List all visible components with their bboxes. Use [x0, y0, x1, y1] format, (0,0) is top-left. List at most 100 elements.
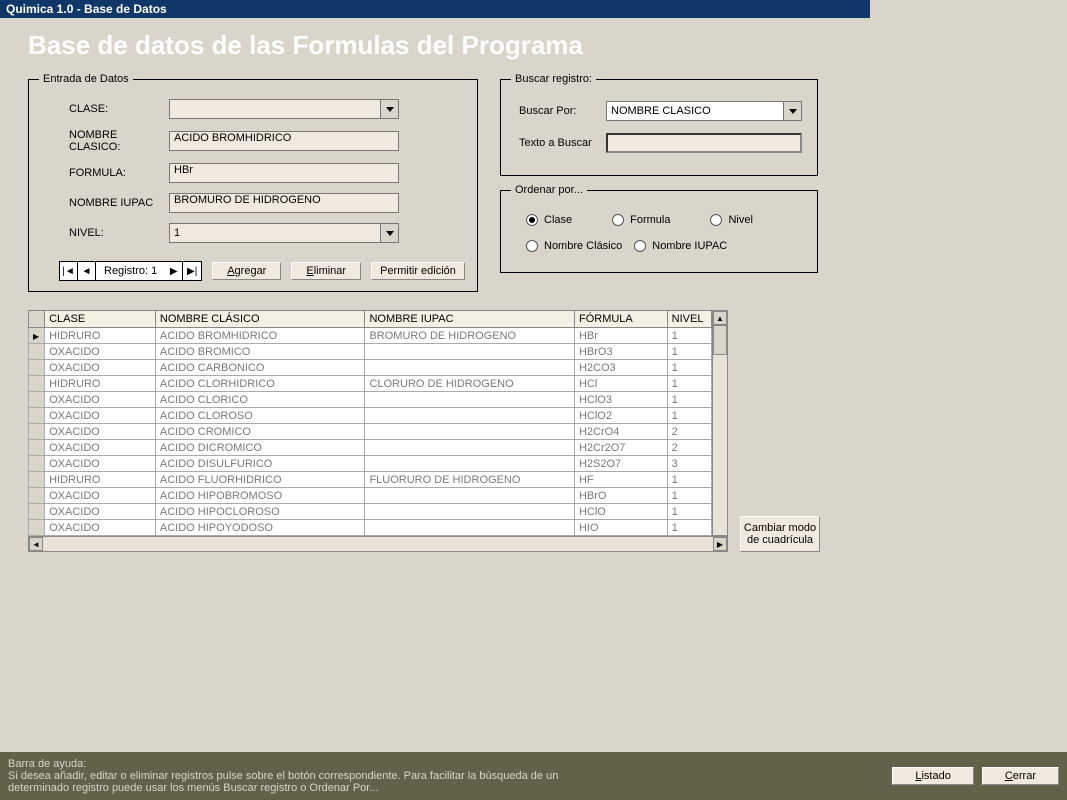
- row-selector[interactable]: [29, 504, 45, 520]
- cell-nombre[interactable]: ACIDO HIPOBROMOSO: [155, 488, 365, 504]
- cell-nivel[interactable]: 2: [667, 424, 711, 440]
- row-selector[interactable]: [29, 472, 45, 488]
- add-button[interactable]: Agregar: [212, 262, 281, 280]
- col-nivel[interactable]: NIVEL: [667, 311, 711, 328]
- table-row[interactable]: OXACIDO ACIDO DICROMICO H2Cr2O7 2: [29, 440, 712, 456]
- row-selector[interactable]: [29, 408, 45, 424]
- cell-iupac[interactable]: [365, 424, 575, 440]
- table-row[interactable]: OXACIDO ACIDO HIPOYODOSO HIO 1: [29, 520, 712, 536]
- cell-clase[interactable]: OXACIDO: [45, 344, 156, 360]
- iupac-input[interactable]: BROMURO DE HIDROGENO: [169, 193, 399, 213]
- cell-nombre[interactable]: ACIDO DISULFURICO: [155, 456, 365, 472]
- vertical-scrollbar[interactable]: ▲: [712, 310, 728, 536]
- cell-iupac[interactable]: [365, 456, 575, 472]
- scroll-up-icon[interactable]: ▲: [713, 311, 727, 325]
- cell-formula[interactable]: HBrO: [574, 488, 667, 504]
- radio-clase[interactable]: [526, 214, 538, 226]
- cell-formula[interactable]: HBr: [574, 328, 667, 344]
- scroll-right-icon[interactable]: ▶: [713, 537, 727, 551]
- table-row[interactable]: OXACIDO ACIDO CROMICO H2CrO4 2: [29, 424, 712, 440]
- radio-iupac[interactable]: [634, 240, 646, 252]
- nav-prev-icon[interactable]: ◄: [78, 262, 96, 280]
- radio-nombre[interactable]: [526, 240, 538, 252]
- cell-clase[interactable]: OXACIDO: [45, 520, 156, 536]
- cell-clase[interactable]: HIDRURO: [45, 472, 156, 488]
- change-grid-mode-button[interactable]: Cambiar modo de cuadrícula: [740, 516, 820, 552]
- cell-iupac[interactable]: [365, 408, 575, 424]
- cell-nivel[interactable]: 1: [667, 344, 711, 360]
- cell-formula[interactable]: HF: [574, 472, 667, 488]
- table-row[interactable]: HIDRURO ACIDO BROMHIDRICO BROMURO DE HID…: [29, 328, 712, 344]
- cell-iupac[interactable]: [365, 488, 575, 504]
- cell-formula[interactable]: H2Cr2O7: [574, 440, 667, 456]
- scroll-left-icon[interactable]: ◄: [29, 537, 43, 551]
- table-row[interactable]: HIDRURO ACIDO CLORHIDRICO CLORURO DE HID…: [29, 376, 712, 392]
- cell-iupac[interactable]: [365, 392, 575, 408]
- cell-clase[interactable]: OXACIDO: [45, 360, 156, 376]
- cell-nombre[interactable]: ACIDO BROMHIDRICO: [155, 328, 365, 344]
- scroll-thumb[interactable]: [713, 325, 727, 355]
- cell-iupac[interactable]: [365, 440, 575, 456]
- nav-first-icon[interactable]: |◄: [60, 262, 78, 280]
- table-row[interactable]: OXACIDO ACIDO HIPOBROMOSO HBrO 1: [29, 488, 712, 504]
- cell-clase[interactable]: HIDRURO: [45, 328, 156, 344]
- chevron-down-icon[interactable]: [783, 102, 801, 120]
- cell-nivel[interactable]: 1: [667, 328, 711, 344]
- row-selector[interactable]: [29, 440, 45, 456]
- cell-iupac[interactable]: BROMURO DE HIDROGENO: [365, 328, 575, 344]
- cell-iupac[interactable]: [365, 504, 575, 520]
- cell-clase[interactable]: OXACIDO: [45, 440, 156, 456]
- cell-iupac[interactable]: FLUORURO DE HIDROGENO: [365, 472, 575, 488]
- table-row[interactable]: OXACIDO ACIDO CLOROSO HClO2 1: [29, 408, 712, 424]
- cell-clase[interactable]: OXACIDO: [45, 408, 156, 424]
- cell-formula[interactable]: HClO3: [574, 392, 667, 408]
- cell-nivel[interactable]: 1: [667, 408, 711, 424]
- cell-nombre[interactable]: ACIDO CLORHIDRICO: [155, 376, 365, 392]
- cell-formula[interactable]: H2CrO4: [574, 424, 667, 440]
- row-selector[interactable]: [29, 376, 45, 392]
- cell-formula[interactable]: H2CO3: [574, 360, 667, 376]
- row-selector[interactable]: [29, 520, 45, 536]
- col-nombre[interactable]: NOMBRE CLÁSICO: [155, 311, 365, 328]
- cell-nivel[interactable]: 1: [667, 360, 711, 376]
- table-row[interactable]: OXACIDO ACIDO HIPOCLOROSO HClO 1: [29, 504, 712, 520]
- cell-clase[interactable]: OXACIDO: [45, 424, 156, 440]
- cell-nivel[interactable]: 1: [667, 520, 711, 536]
- cell-nombre[interactable]: ACIDO HIPOCLOROSO: [155, 504, 365, 520]
- edit-button[interactable]: Permitir edición: [371, 262, 465, 280]
- delete-button[interactable]: Eliminar: [291, 262, 361, 280]
- chevron-down-icon[interactable]: [380, 100, 398, 118]
- cell-clase[interactable]: OXACIDO: [45, 456, 156, 472]
- cell-formula[interactable]: HCl: [574, 376, 667, 392]
- table-row[interactable]: HIDRURO ACIDO FLUORHIDRICO FLUORURO DE H…: [29, 472, 712, 488]
- nombre-input[interactable]: ACIDO BROMHIDRICO: [169, 131, 399, 151]
- cell-iupac[interactable]: [365, 344, 575, 360]
- col-formula[interactable]: FÓRMULA: [574, 311, 667, 328]
- cell-clase[interactable]: OXACIDO: [45, 392, 156, 408]
- table-row[interactable]: OXACIDO ACIDO CLORICO HClO3 1: [29, 392, 712, 408]
- cell-nombre[interactable]: ACIDO CARBONICO: [155, 360, 365, 376]
- row-selector[interactable]: [29, 328, 45, 344]
- col-clase[interactable]: CLASE: [45, 311, 156, 328]
- cell-nivel[interactable]: 1: [667, 392, 711, 408]
- col-iupac[interactable]: NOMBRE IUPAC: [365, 311, 575, 328]
- cell-clase[interactable]: OXACIDO: [45, 488, 156, 504]
- cell-nombre[interactable]: ACIDO FLUORHIDRICO: [155, 472, 365, 488]
- cell-nivel[interactable]: 1: [667, 504, 711, 520]
- cell-formula[interactable]: H2S2O7: [574, 456, 667, 472]
- cell-iupac[interactable]: CLORURO DE HIDROGENO: [365, 376, 575, 392]
- cell-nombre[interactable]: ACIDO BROMICO: [155, 344, 365, 360]
- cell-iupac[interactable]: [365, 360, 575, 376]
- cell-formula[interactable]: HClO: [574, 504, 667, 520]
- cell-nivel[interactable]: 2: [667, 440, 711, 456]
- cell-clase[interactable]: HIDRURO: [45, 376, 156, 392]
- cell-nombre[interactable]: ACIDO CLOROSO: [155, 408, 365, 424]
- radio-nivel[interactable]: [710, 214, 722, 226]
- cell-nivel[interactable]: 1: [667, 376, 711, 392]
- cell-nivel[interactable]: 3: [667, 456, 711, 472]
- row-selector[interactable]: [29, 392, 45, 408]
- radio-formula[interactable]: [612, 214, 624, 226]
- row-selector[interactable]: [29, 344, 45, 360]
- row-selector[interactable]: [29, 424, 45, 440]
- row-selector[interactable]: [29, 488, 45, 504]
